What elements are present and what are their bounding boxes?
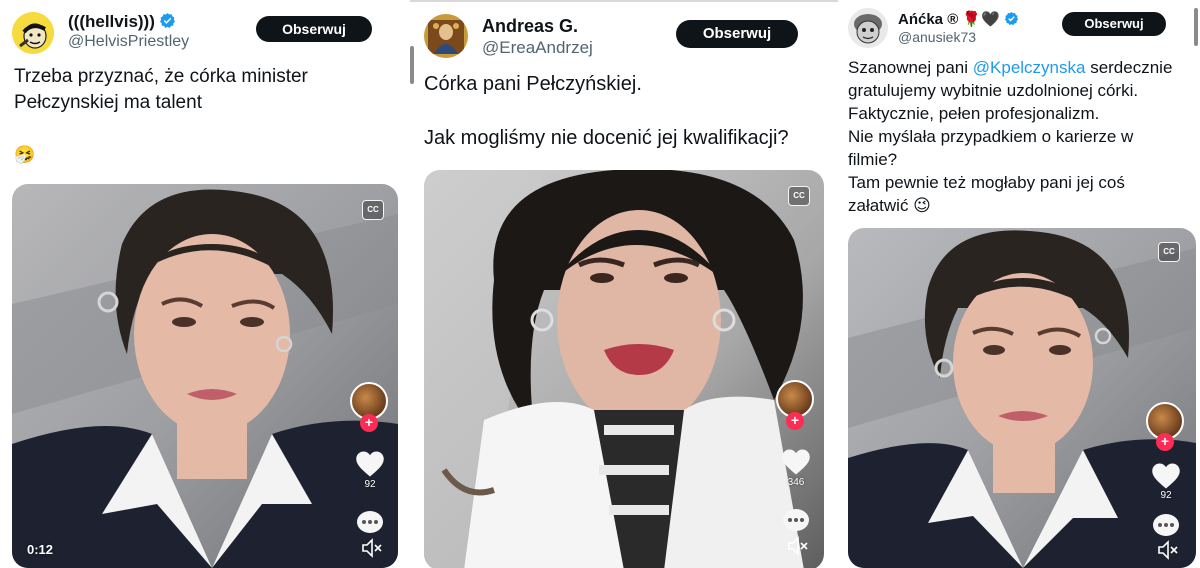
closed-captions-icon[interactable]: CC <box>1158 242 1180 262</box>
tweet-panel-3: Ańćka ® 🌹🖤 @anusiek73 Obserwuj Szanownej… <box>840 0 1200 568</box>
tweet-panel-2: Andreas G. @EreaAndrzej Obserwuj Córka p… <box>410 0 838 568</box>
follow-button[interactable]: Obserwuj <box>256 16 372 42</box>
video-frame <box>848 228 1196 568</box>
user-avatar[interactable] <box>848 8 888 48</box>
user-avatar[interactable] <box>12 12 54 54</box>
user-avatar[interactable] <box>424 14 468 58</box>
avatar-icon-cartoon <box>848 8 888 48</box>
heart-icon[interactable] <box>355 450 385 478</box>
comment-dots-icon[interactable] <box>1151 513 1181 539</box>
sneezing-face-emoji: 🤧 <box>14 145 36 164</box>
plus-icon[interactable]: + <box>786 412 804 430</box>
speaker-muted-icon[interactable] <box>361 538 383 558</box>
video-player[interactable]: CC + 92 0:12 <box>12 184 398 568</box>
tweet-text-line: Szanownej pani @Kpelczynska serdecznie <box>848 58 1173 77</box>
user-handle[interactable]: @HelvisPriestley <box>68 33 189 51</box>
heart-icon[interactable] <box>781 448 811 476</box>
mention-link[interactable]: @Kpelczynska <box>973 58 1086 77</box>
comment-dots-icon[interactable] <box>781 508 811 534</box>
display-name[interactable]: Andreas G. <box>482 16 578 37</box>
scrollbar[interactable] <box>1194 8 1198 46</box>
tweet-text-line: Tam pewnie też mogłaby pani jej coś <box>848 173 1125 192</box>
plus-icon[interactable]: + <box>1156 433 1174 451</box>
tweet-text-line: załatwić 😉 <box>848 196 931 215</box>
verified-badge-icon <box>1004 11 1018 26</box>
display-name[interactable]: (((hellvis))) <box>68 12 176 32</box>
follow-button[interactable]: Obserwuj <box>676 20 798 48</box>
closed-captions-icon[interactable]: CC <box>362 200 384 220</box>
video-timestamp: 0:12 <box>27 542 54 557</box>
tweet-text-line: Jak mogliśmy nie docenić jej kwalifikacj… <box>424 127 789 149</box>
tweet-text-line: Pełczynskiej ma talent <box>14 92 202 113</box>
like-count: 92 <box>1160 490 1172 501</box>
tweet-text-line: Faktycznie, pełen profesjonalizm. <box>848 104 1100 123</box>
video-frame <box>424 170 824 568</box>
tweet-text: Szanownej pani @Kpelczynska serdecznie g… <box>848 56 1172 217</box>
tweet-text-line <box>14 116 308 142</box>
avatar-face-icon <box>12 12 54 54</box>
scrollbar[interactable] <box>410 46 414 84</box>
tweet-text-line: Córka pani Pełczyńskiej. <box>424 73 642 95</box>
video-frame <box>12 184 398 568</box>
tweet-text-line: filmie? <box>848 150 898 169</box>
comment-dots-icon[interactable] <box>355 510 385 536</box>
tweet-text-line <box>424 98 789 124</box>
user-handle[interactable]: @anusiek73 <box>898 29 976 45</box>
tweet-panel-1: (((hellvis))) @HelvisPriestley Obserwuj … <box>0 0 408 568</box>
speaker-muted-icon[interactable] <box>1157 540 1179 560</box>
like-count: 92 <box>364 479 376 490</box>
closed-captions-icon[interactable]: CC <box>788 186 810 206</box>
tweet-text-line: Trzeba przyznać, że córka minister <box>14 66 308 87</box>
tweet-text: Córka pani Pełczyńskiej. Jak mogliśmy ni… <box>424 70 789 152</box>
heart-icon[interactable] <box>1151 462 1181 490</box>
tweet-text-line: Nie myślała przypadkiem o karierze w <box>848 127 1134 146</box>
video-player[interactable]: CC + 346 <box>424 170 824 568</box>
video-player[interactable]: CC + 92 <box>848 228 1196 568</box>
verified-badge-icon <box>159 13 175 28</box>
tweet-text-line: gratulujemy wybitnie uzdolnionej córki. <box>848 81 1139 100</box>
tweet-text: Trzeba przyznać, że córka minister Pełcz… <box>14 64 308 168</box>
avatar-icon-painting <box>424 14 468 58</box>
follow-button[interactable]: Obserwuj <box>1062 12 1166 36</box>
like-count: 346 <box>787 477 805 488</box>
display-name[interactable]: Ańćka ® 🌹🖤 <box>898 10 1019 28</box>
user-handle[interactable]: @EreaAndrzej <box>482 38 593 58</box>
speaker-muted-icon[interactable] <box>787 536 809 556</box>
plus-icon[interactable]: + <box>360 414 378 432</box>
